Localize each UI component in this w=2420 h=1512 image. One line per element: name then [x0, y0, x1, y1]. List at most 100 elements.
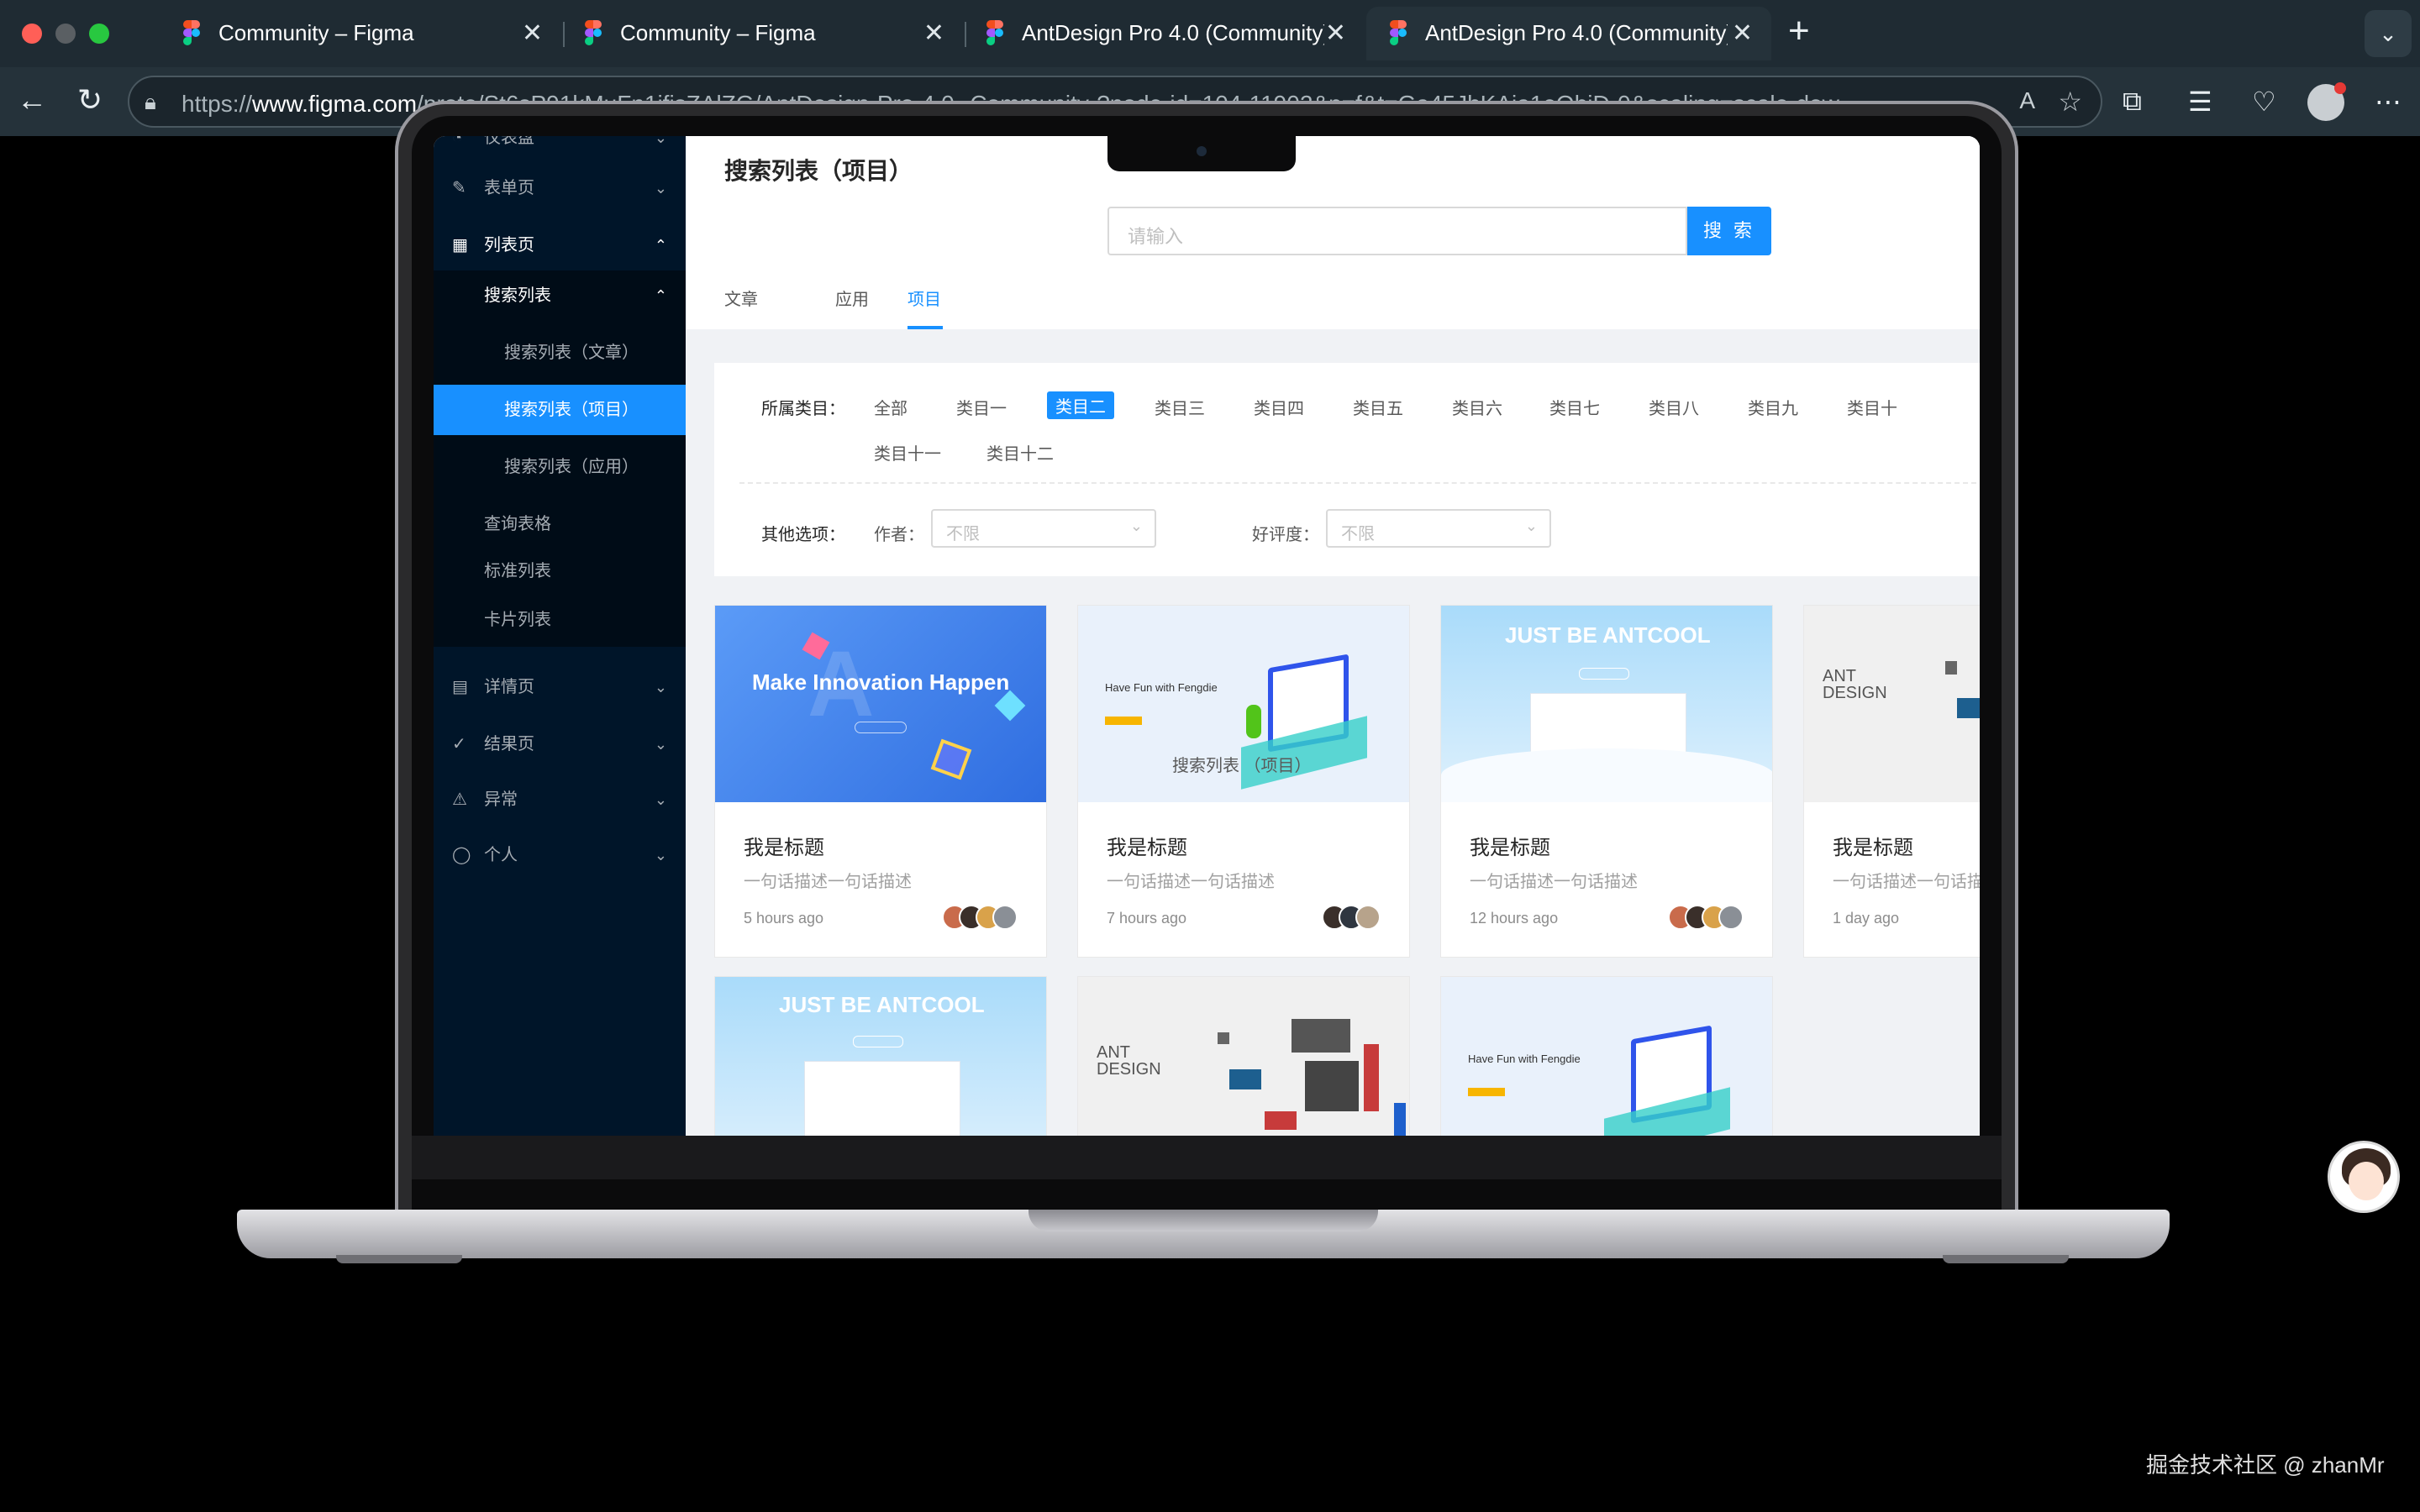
- sidebar-submenu: 搜索列表 ⌃ 搜索列表（文章） 搜索列表（项目） 搜索列表（应用） 查询表格 标…: [434, 270, 686, 647]
- category-11[interactable]: 类目十一: [874, 440, 941, 465]
- sidebar-item-search-apps[interactable]: 搜索列表（应用）: [434, 442, 686, 492]
- card-cover-image: ANT DESIGN: [1804, 606, 1980, 802]
- browser-tab-bar: Community – Figma ✕ Community – Figma ✕ …: [0, 0, 2420, 67]
- avatar-face-shape: [2349, 1162, 2384, 1200]
- sidebar-item-card-list[interactable]: 卡片列表: [434, 595, 686, 645]
- tab-list-chevron-icon[interactable]: ⌄: [2365, 10, 2412, 57]
- extensions-icon[interactable]: ⧉: [2123, 86, 2142, 118]
- category-1[interactable]: 类目一: [956, 395, 1007, 419]
- more-menu-icon[interactable]: ⋯: [2375, 86, 2402, 118]
- sidebar-item-result[interactable]: ✓ 结果页 ⌄: [434, 719, 686, 769]
- cover-cta: [853, 1036, 903, 1047]
- sidebar-item-dashboard[interactable]: ◔ 仪表盘 ⌄: [434, 136, 686, 163]
- reload-icon[interactable]: ↻: [77, 82, 103, 118]
- browser-tab-3[interactable]: AntDesign Pro 4.0 (Community) ✕: [963, 7, 1365, 60]
- sidebar-item-exception[interactable]: ⚠ 异常 ⌄: [434, 774, 686, 825]
- sidebar-item-search-articles[interactable]: 搜索列表（文章）: [434, 328, 686, 378]
- figma-icon: [1390, 20, 1407, 45]
- category-5[interactable]: 类目五: [1353, 395, 1403, 419]
- browser-tab-2[interactable]: Community – Figma ✕: [561, 7, 963, 60]
- close-window-button[interactable]: [22, 24, 42, 44]
- tree-shape: [1246, 705, 1261, 738]
- sidebar-item-basic-list[interactable]: 标准列表: [434, 546, 686, 596]
- chevron-down-icon: ⌄: [1524, 517, 1538, 534]
- sidebar-item-search-list[interactable]: 搜索列表 ⌃: [434, 270, 686, 321]
- cloud-shape: [1441, 748, 1772, 802]
- tab-apps[interactable]: 应用: [835, 286, 869, 310]
- overlay-caption: 搜索列表 （项目）: [1172, 757, 1312, 775]
- category-7[interactable]: 类目七: [1549, 395, 1600, 419]
- chevron-down-icon: ⌄: [654, 847, 667, 864]
- project-card[interactable]: Have Fun with Fengdie 搜索列表 （项目） 我是标题 一句话…: [1077, 605, 1410, 958]
- tab-articles[interactable]: 文章: [724, 286, 758, 310]
- profile-icon: ▤: [452, 678, 468, 696]
- project-card[interactable]: A Make Innovation Happen 我是标题 一句话描述一句话描述…: [714, 605, 1047, 958]
- category-6[interactable]: 类目六: [1452, 395, 1502, 419]
- cover-headline: ANT DESIGN: [1823, 667, 1887, 702]
- category-8[interactable]: 类目八: [1649, 395, 1699, 419]
- sidebar-item-list[interactable]: ▦ 列表页 ⌃: [434, 220, 686, 270]
- card-title: 我是标题: [1107, 837, 1187, 859]
- back-arrow-icon[interactable]: ←: [17, 82, 47, 118]
- card-cover-image: A Make Innovation Happen: [715, 606, 1046, 802]
- active-tab-indicator: [908, 326, 943, 329]
- project-card[interactable]: JUST BE ANTCOOL 我是标题 一句话描述一句话描述 12 hours…: [1440, 605, 1773, 958]
- avatar: [992, 905, 1018, 930]
- favorite-star-icon[interactable]: ☆: [2058, 86, 2082, 118]
- close-tab-icon[interactable]: ✕: [1325, 18, 1346, 48]
- category-3[interactable]: 类目三: [1155, 395, 1205, 419]
- card-cover-image: Have Fun with Fengdie 搜索列表 （项目）: [1078, 606, 1409, 802]
- sidebar-item-search-projects[interactable]: 搜索列表（项目）: [434, 385, 686, 435]
- other-options-label: 其他选项：: [761, 526, 845, 544]
- main-content: 搜索列表（项目） 请输入 搜 索 文章 应用 项目 所属类目： 全部 类目一 类…: [686, 136, 1980, 1136]
- figma-icon: [986, 20, 1003, 45]
- search-button[interactable]: 搜 索: [1687, 207, 1771, 255]
- close-tab-icon[interactable]: ✕: [522, 18, 543, 48]
- browser-essentials-icon[interactable]: ♡: [2252, 86, 2276, 118]
- project-card[interactable]: Have Fun with Fengdie: [1440, 976, 1773, 1136]
- chevron-down-icon: ⌄: [654, 791, 667, 808]
- card-cover-image: Have Fun with Fengdie: [1441, 977, 1772, 1136]
- tab-projects[interactable]: 项目: [908, 286, 941, 310]
- sidebar-item-account[interactable]: ◯ 个人 ⌄: [434, 830, 686, 880]
- card-title: 我是标题: [1470, 837, 1550, 859]
- search-input[interactable]: 请输入: [1107, 207, 1687, 255]
- category-all[interactable]: 全部: [874, 395, 908, 419]
- tab-title: AntDesign Pro 4.0 (Community): [1022, 20, 1324, 45]
- close-tab-icon[interactable]: ✕: [1732, 18, 1753, 48]
- assistant-avatar[interactable]: [2328, 1141, 2400, 1213]
- project-card[interactable]: ANT DESIGN: [1077, 976, 1410, 1136]
- sidebar-item-form[interactable]: ✎ 表单页 ⌄: [434, 163, 686, 213]
- close-tab-icon[interactable]: ✕: [923, 18, 944, 48]
- check-circle-icon: ✓: [452, 735, 466, 753]
- laptop-screen: ◔ 仪表盘 ⌄ ✎ 表单页 ⌄ ▦ 列表页 ⌃ 搜索列表 ⌃ 搜索列表（文章） …: [434, 136, 1980, 1136]
- browser-tab-1[interactable]: Community – Figma ✕: [160, 7, 561, 60]
- category-9[interactable]: 类目九: [1748, 395, 1798, 419]
- page-title: 搜索列表（项目）: [724, 158, 913, 184]
- rating-select[interactable]: 不限 ⌄: [1326, 509, 1551, 548]
- sidebar-item-query-table[interactable]: 查询表格: [434, 499, 686, 549]
- profile-avatar[interactable]: [2307, 82, 2346, 121]
- browser-tab-4-active[interactable]: AntDesign Pro 4.0 (Community) ✕: [1366, 7, 1771, 60]
- category-2[interactable]: 类目二: [1047, 391, 1114, 419]
- favorites-icon[interactable]: ☰: [2188, 86, 2212, 118]
- card-title: 我是标题: [744, 837, 824, 859]
- category-12[interactable]: 类目十二: [986, 440, 1054, 465]
- cover-cta: [1468, 1088, 1505, 1096]
- table-icon: ▦: [452, 236, 468, 255]
- minimize-window-button[interactable]: [55, 24, 76, 44]
- category-label: 所属类目：: [761, 400, 845, 418]
- author-select[interactable]: 不限 ⌄: [931, 509, 1156, 548]
- project-card[interactable]: JUST BE ANTCOOL: [714, 976, 1047, 1136]
- project-card[interactable]: ANT DESIGN 我是标题 一句话描述一句话描述 1 day ago: [1803, 605, 1980, 958]
- category-4[interactable]: 类目四: [1254, 395, 1304, 419]
- category-10[interactable]: 类目十: [1847, 395, 1897, 419]
- sidebar-item-profile[interactable]: ▤ 详情页 ⌄: [434, 662, 686, 712]
- new-tab-icon[interactable]: +: [1788, 10, 1810, 52]
- read-aloud-icon[interactable]: A: [2019, 87, 2035, 114]
- cover-headline: Make Innovation Happen: [752, 669, 1010, 695]
- lego-block-shape: [1218, 1032, 1229, 1044]
- zoom-window-button[interactable]: [89, 24, 109, 44]
- dashboard-icon: ◔: [452, 136, 463, 147]
- laptop-opening-notch: [1028, 1210, 1378, 1231]
